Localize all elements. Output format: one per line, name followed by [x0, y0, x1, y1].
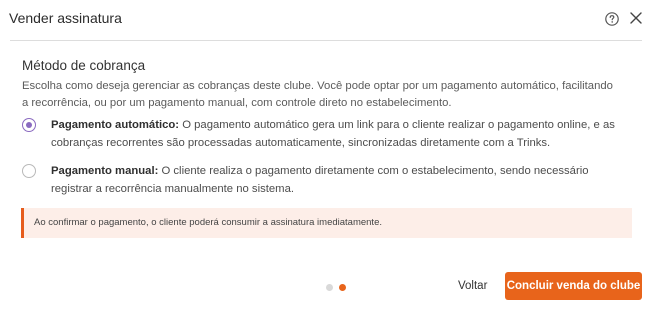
close-icon[interactable]: [629, 11, 643, 25]
dialog-header: Vender assinatura: [0, 0, 655, 41]
question-circle-icon[interactable]: [604, 11, 620, 27]
option-manual-label: Pagamento manual:: [51, 165, 159, 177]
sell-subscription-dialog: Vender assinatura Método de cobrança Esc…: [0, 0, 655, 309]
radio-automatic[interactable]: [22, 118, 36, 132]
section-title: Método de cobrança: [22, 58, 146, 73]
info-alert: Ao confirmar o pagamento, o cliente pode…: [21, 208, 632, 238]
radio-manual[interactable]: [22, 164, 36, 178]
complete-sale-button[interactable]: Concluir venda do clube: [505, 272, 642, 300]
dialog-title: Vender assinatura: [9, 10, 122, 26]
alert-text: Ao confirmar o pagamento, o cliente pode…: [34, 217, 382, 228]
header-divider: [10, 40, 642, 41]
step-dot-2-active: [339, 284, 346, 291]
option-manual-text: Pagamento manual: O cliente realiza o pa…: [51, 163, 631, 198]
step-dot-1: [326, 284, 333, 291]
back-button[interactable]: Voltar: [450, 276, 495, 296]
section-description: Escolha como deseja gerenciar as cobranç…: [22, 80, 613, 109]
option-automatic-text: Pagamento automático: O pagamento automá…: [51, 117, 631, 152]
option-automatic-label: Pagamento automático:: [51, 119, 180, 131]
